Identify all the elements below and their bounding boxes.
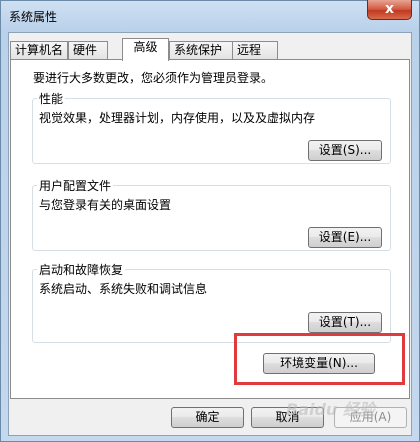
tab-hardware[interactable]: 硬件: [68, 41, 108, 59]
window-title: 系统属性: [9, 10, 58, 24]
startup-recovery-description: 系统启动、系统失败和调试信息: [39, 282, 208, 296]
tab-remote[interactable]: 远程: [232, 41, 278, 59]
system-properties-window: 系统属性 x 计算机名 硬件 高级 系统保护 远程 要进行大多数更改，您必须作为…: [0, 0, 420, 442]
user-profiles-description: 与您登录有关的桌面设置: [39, 198, 172, 212]
user-profiles-settings-button[interactable]: 设置(E)...: [308, 227, 382, 248]
performance-legend: 性能: [37, 90, 66, 107]
cancel-button[interactable]: 取消: [251, 407, 324, 428]
close-button[interactable]: x: [367, 0, 412, 20]
close-icon: x: [384, 1, 395, 17]
tab-advanced[interactable]: 高级: [122, 38, 169, 61]
tab-computer-name[interactable]: 计算机名: [10, 41, 68, 59]
ok-button[interactable]: 确定: [171, 407, 244, 428]
title-bar[interactable]: 系统属性 x: [1, 0, 419, 33]
startup-recovery-settings-button[interactable]: 设置(T)...: [308, 312, 382, 333]
admin-notice: 要进行大多数更改，您必须作为管理员登录。: [33, 71, 274, 85]
performance-description: 视觉效果，处理器计划，内存使用，以及及虚拟内存: [39, 111, 316, 125]
tab-system-protection[interactable]: 系统保护: [169, 41, 233, 59]
performance-settings-button[interactable]: 设置(S)...: [308, 140, 382, 161]
environment-variables-button[interactable]: 环境变量(N)...: [263, 353, 375, 374]
user-profiles-legend: 用户配置文件: [37, 177, 114, 194]
apply-button[interactable]: 应用(A): [334, 407, 407, 428]
startup-recovery-legend: 启动和故障恢复: [37, 261, 126, 278]
